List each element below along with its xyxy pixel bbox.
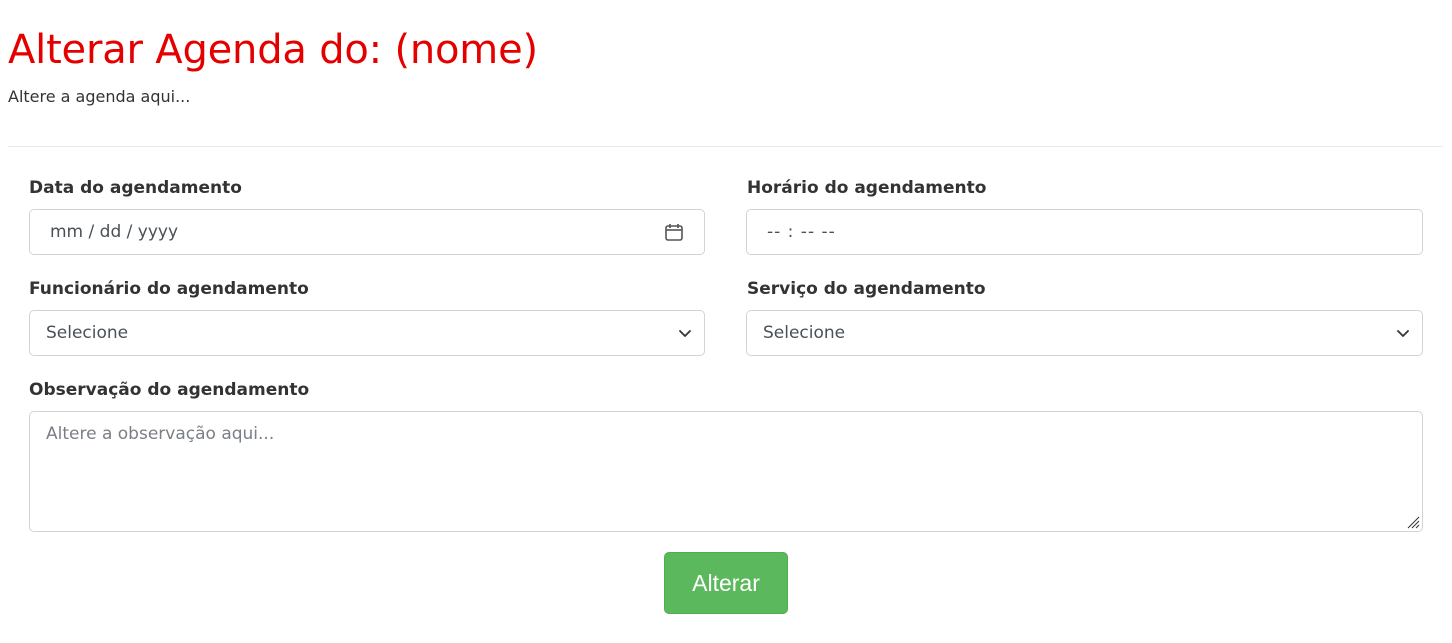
chevron-down-icon [1396, 326, 1410, 340]
date-input[interactable]: mm / dd / yyyy [29, 209, 705, 255]
employee-selected-value: Selecione [46, 323, 129, 343]
time-input[interactable]: -- : -- -- [746, 209, 1423, 255]
service-label: Serviço do agendamento [747, 279, 986, 299]
resize-grip-icon[interactable] [1404, 513, 1420, 529]
employee-label: Funcionário do agendamento [29, 279, 309, 299]
time-label: Horário do agendamento [747, 178, 987, 198]
service-selected-value: Selecione [763, 323, 846, 343]
date-label: Data do agendamento [29, 178, 242, 198]
page-subtitle: Altere a agenda aqui... [8, 87, 191, 106]
alterar-button[interactable]: Alterar [664, 552, 788, 614]
service-select[interactable]: Selecione [746, 310, 1423, 356]
employee-select[interactable]: Selecione [29, 310, 705, 356]
header-divider [8, 146, 1443, 147]
calendar-icon[interactable] [664, 222, 684, 242]
page: Alterar Agenda do: (nome) Altere a agend… [0, 0, 1452, 643]
notes-label: Observação do agendamento [29, 380, 310, 400]
page-title: Alterar Agenda do: (nome) [8, 27, 538, 73]
date-placeholder: mm / dd / yyyy [50, 222, 179, 242]
chevron-down-icon [678, 326, 692, 340]
time-placeholder: -- : -- -- [767, 222, 836, 242]
notes-placeholder: Altere a observação aqui... [46, 424, 275, 444]
notes-textarea[interactable]: Altere a observação aqui... [29, 411, 1423, 532]
